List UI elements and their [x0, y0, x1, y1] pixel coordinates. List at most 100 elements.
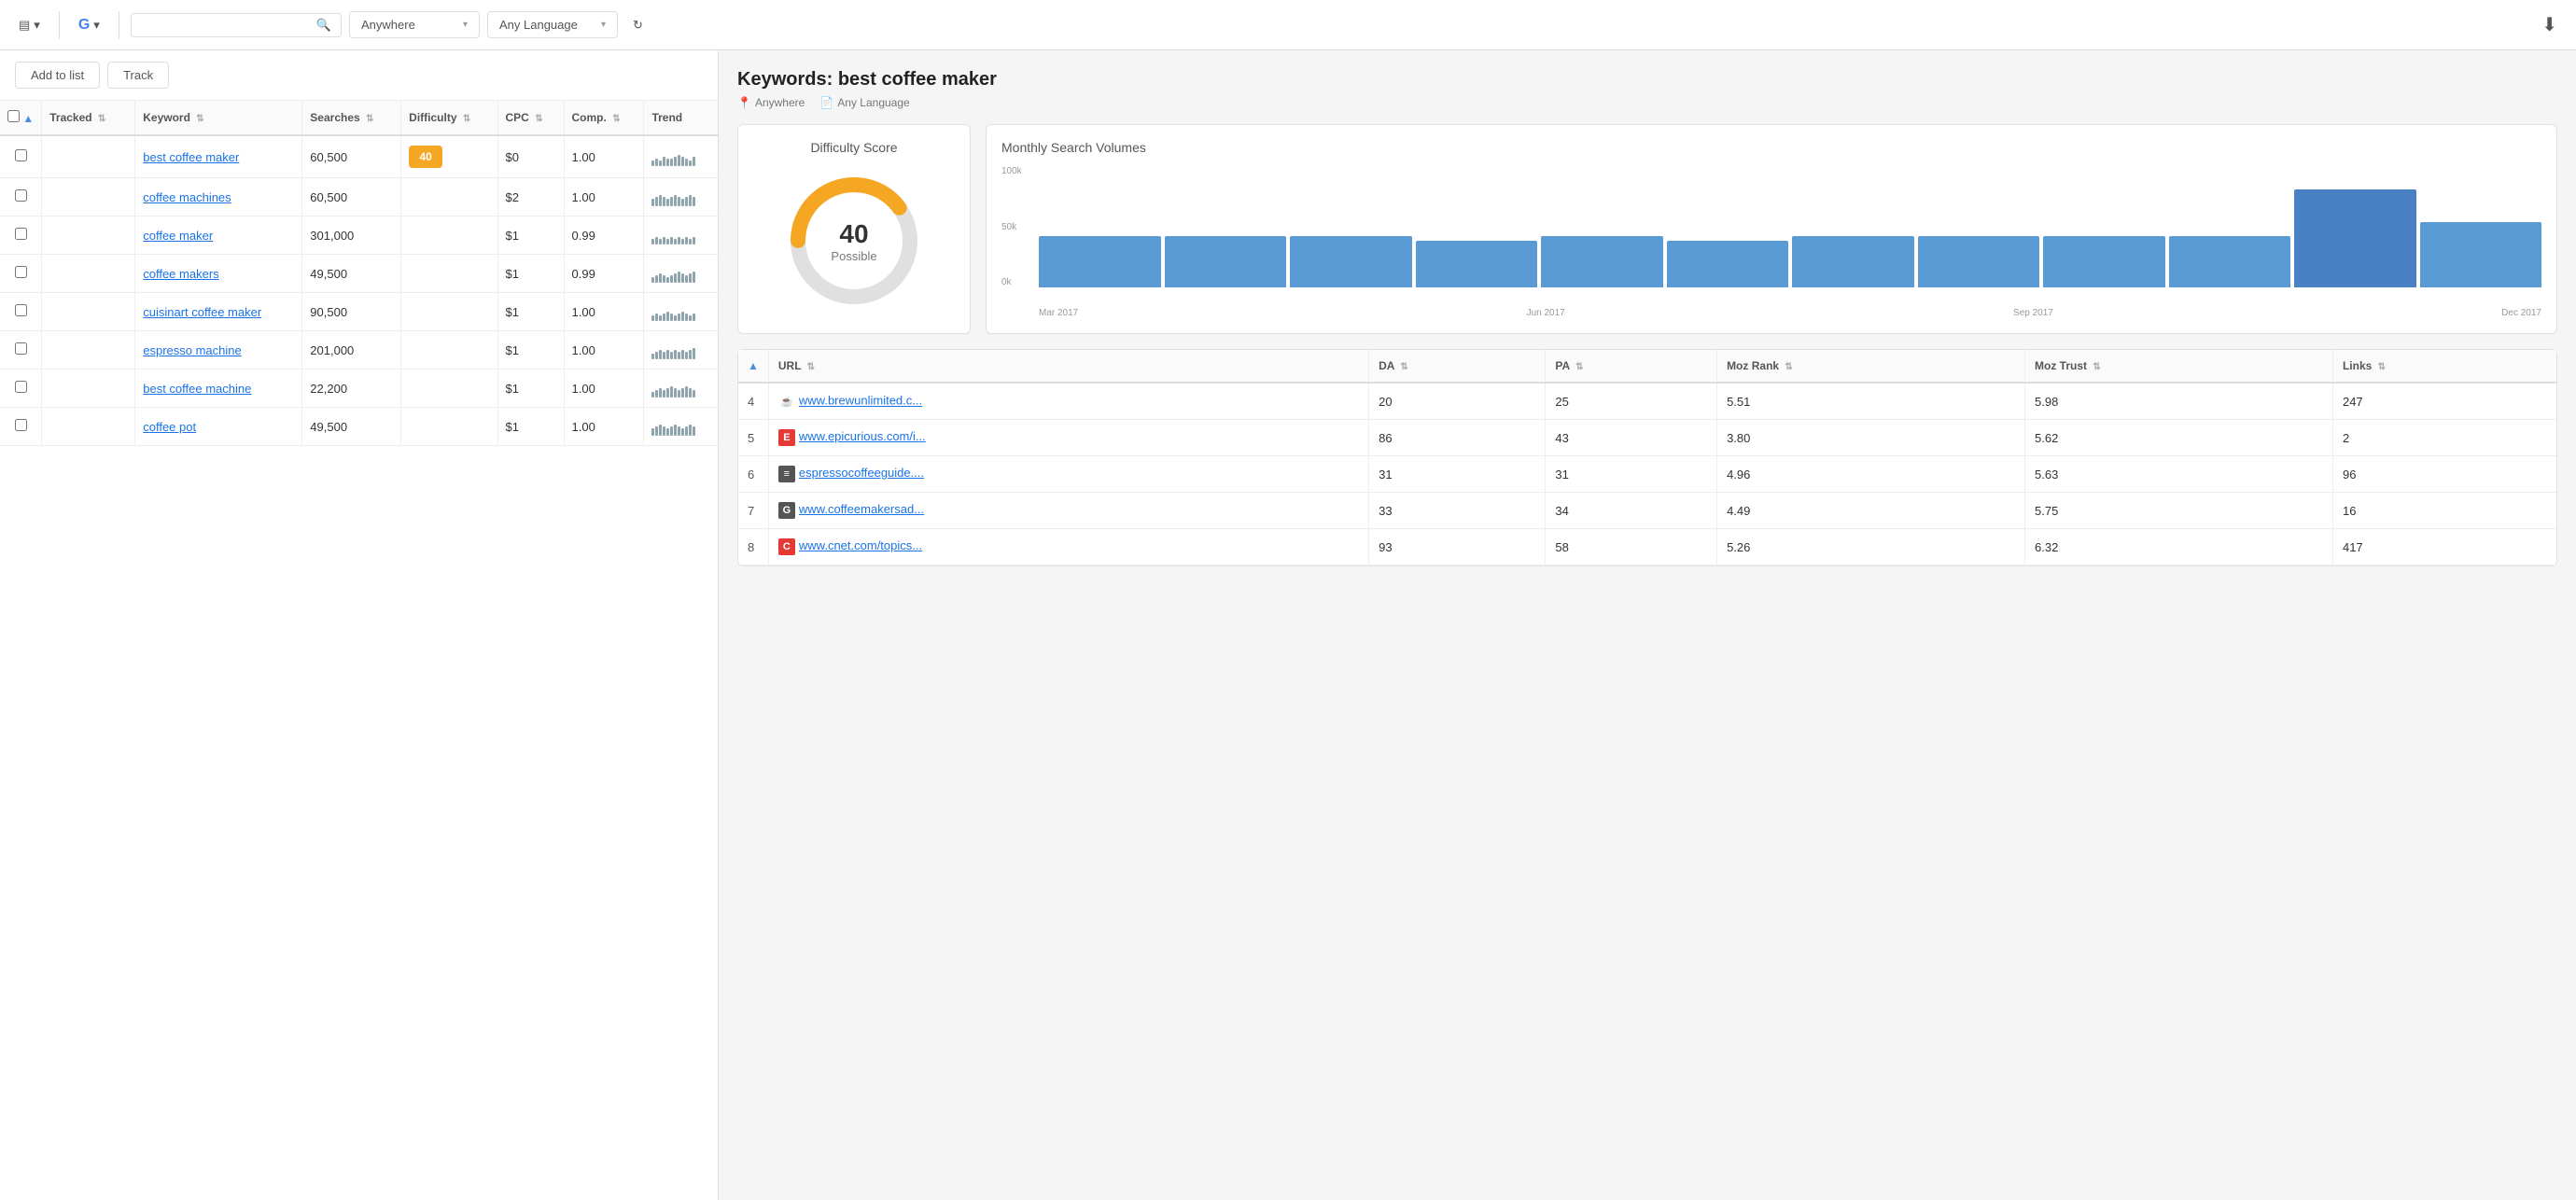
checkbox-cell — [0, 370, 42, 408]
grid-menu-button[interactable]: ▤ ▾ — [11, 12, 48, 38]
google-logo-button[interactable]: G ▾ — [71, 11, 107, 39]
keyword-link[interactable]: coffee pot — [143, 420, 196, 434]
serp-col-pa[interactable]: PA ⇅ — [1546, 350, 1717, 383]
col-comp[interactable]: Comp. ⇅ — [564, 101, 644, 135]
trend-bar — [685, 197, 688, 206]
trend-bar — [663, 426, 665, 436]
serp-col-rank[interactable]: ▲ — [738, 350, 768, 383]
trend-bar — [670, 426, 673, 436]
keyword-link[interactable]: best coffee machine — [143, 382, 251, 396]
row-checkbox[interactable] — [15, 342, 27, 355]
table-row: best coffee maker60,50040$01.00 — [0, 135, 718, 178]
main-layout: Add to list Track ▲ Tracked ⇅ — [0, 50, 2576, 1200]
difficulty-cell — [401, 408, 497, 446]
download-button[interactable]: ⬇ — [2534, 7, 2565, 42]
serp-url-link[interactable]: espressocoffeeguide.... — [799, 466, 924, 480]
keyword-link[interactable]: cuisinart coffee maker — [143, 305, 261, 319]
trend-bar — [666, 428, 669, 436]
trend-bar — [674, 425, 677, 436]
searches-cell: 60,500 — [302, 135, 401, 178]
monthly-bar — [1667, 241, 1789, 287]
right-location-label: Anywhere — [755, 96, 805, 109]
keyword-cell: coffee makers — [135, 255, 302, 293]
serp-url-link[interactable]: www.cnet.com/topics... — [799, 538, 922, 552]
y-label-0k: 0k — [1001, 277, 1022, 287]
cpc-cell: $1 — [497, 331, 564, 370]
row-checkbox[interactable] — [15, 419, 27, 431]
trend-bars — [651, 302, 710, 321]
search-icon[interactable]: 🔍 — [316, 18, 331, 33]
searches-sort-icon: ⇅ — [366, 114, 373, 124]
bar-chart-area — [1001, 166, 2541, 306]
col-tracked[interactable]: Tracked ⇅ — [42, 101, 135, 135]
trend-bar — [678, 390, 680, 398]
serp-links-sort-icon: ⇅ — [2378, 362, 2386, 372]
right-location: 📍 Anywhere — [737, 96, 805, 109]
serp-rank-sort-icon: ▲ — [748, 359, 759, 372]
keyword-link[interactable]: espresso machine — [143, 343, 242, 357]
refresh-icon: ↻ — [633, 18, 643, 33]
cpc-cell: $1 — [497, 293, 564, 331]
serp-col-links[interactable]: Links ⇅ — [2332, 350, 2556, 383]
serp-url-link[interactable]: www.epicurious.com/i... — [799, 429, 926, 443]
topbar-right-actions: ⬇ — [2534, 7, 2565, 42]
right-panel: Keywords: best coffee maker 📍 Anywhere 📄… — [719, 50, 2576, 1200]
serp-table-row: 5Ewww.epicurious.com/i...86433.805.622 — [738, 420, 2556, 456]
add-to-list-button[interactable]: Add to list — [15, 62, 100, 89]
location-dropdown[interactable]: Anywhere ▾ — [349, 11, 480, 38]
searches-cell: 60,500 — [302, 178, 401, 216]
top-cards: Difficulty Score 40 Possible Mon — [737, 124, 2557, 334]
search-input[interactable]: best coffee maker — [141, 18, 309, 32]
col-keyword[interactable]: Keyword ⇅ — [135, 101, 302, 135]
refresh-button[interactable]: ↻ — [625, 12, 651, 38]
cpc-cell: $1 — [497, 255, 564, 293]
row-checkbox[interactable] — [15, 228, 27, 240]
row-checkbox[interactable] — [15, 189, 27, 202]
serp-url-link[interactable]: www.coffeemakersad... — [799, 502, 924, 516]
row-checkbox[interactable] — [15, 149, 27, 161]
language-label: Any Language — [499, 18, 578, 32]
difficulty-label: Difficulty — [409, 111, 456, 124]
difficulty-score-card: Difficulty Score 40 Possible — [737, 124, 971, 334]
difficulty-cell — [401, 255, 497, 293]
trend-bar — [693, 237, 695, 244]
trend-bar — [678, 272, 680, 283]
serp-table-row: 6≡espressocoffeeguide....31314.965.6396 — [738, 456, 2556, 493]
site-icon: ☕ — [778, 393, 795, 410]
trend-bar — [651, 277, 654, 283]
keyword-link[interactable]: coffee maker — [143, 229, 213, 243]
grid-icon: ▤ — [19, 18, 30, 33]
keyword-link[interactable]: coffee makers — [143, 267, 218, 281]
checkbox-cell — [0, 216, 42, 255]
serp-col-da[interactable]: DA ⇅ — [1369, 350, 1546, 383]
serp-url-link[interactable]: www.brewunlimited.c... — [799, 394, 922, 408]
serp-col-moz-rank[interactable]: Moz Rank ⇅ — [1717, 350, 2025, 383]
col-difficulty[interactable]: Difficulty ⇅ — [401, 101, 497, 135]
row-checkbox[interactable] — [15, 304, 27, 316]
col-cpc[interactable]: CPC ⇅ — [497, 101, 564, 135]
trend-bar — [674, 315, 677, 321]
trend-bars — [651, 379, 710, 398]
sort-arrow-icon: ▲ — [22, 112, 34, 125]
language-dropdown[interactable]: Any Language ▾ — [487, 11, 618, 38]
monthly-bar — [1290, 236, 1412, 287]
location-chevron: ▾ — [463, 20, 468, 30]
col-searches[interactable]: Searches ⇅ — [302, 101, 401, 135]
comp-cell: 1.00 — [564, 370, 644, 408]
serp-table-row: 8Cwww.cnet.com/topics...93585.266.32417 — [738, 529, 2556, 565]
trend-bar — [685, 159, 688, 166]
comp-cell: 0.99 — [564, 255, 644, 293]
trend-bar — [693, 197, 695, 206]
keyword-link[interactable]: coffee machines — [143, 190, 231, 204]
serp-col-url[interactable]: URL ⇅ — [768, 350, 1368, 383]
row-checkbox[interactable] — [15, 381, 27, 393]
serp-col-moz-trust[interactable]: Moz Trust ⇅ — [2025, 350, 2333, 383]
track-button[interactable]: Track — [107, 62, 169, 89]
select-all-checkbox[interactable] — [7, 110, 20, 122]
difficulty-cell — [401, 370, 497, 408]
serp-pa-cell: 58 — [1546, 529, 1717, 565]
checkbox-cell — [0, 255, 42, 293]
serp-da-cell: 86 — [1369, 420, 1546, 456]
keyword-link[interactable]: best coffee maker — [143, 150, 239, 164]
row-checkbox[interactable] — [15, 266, 27, 278]
